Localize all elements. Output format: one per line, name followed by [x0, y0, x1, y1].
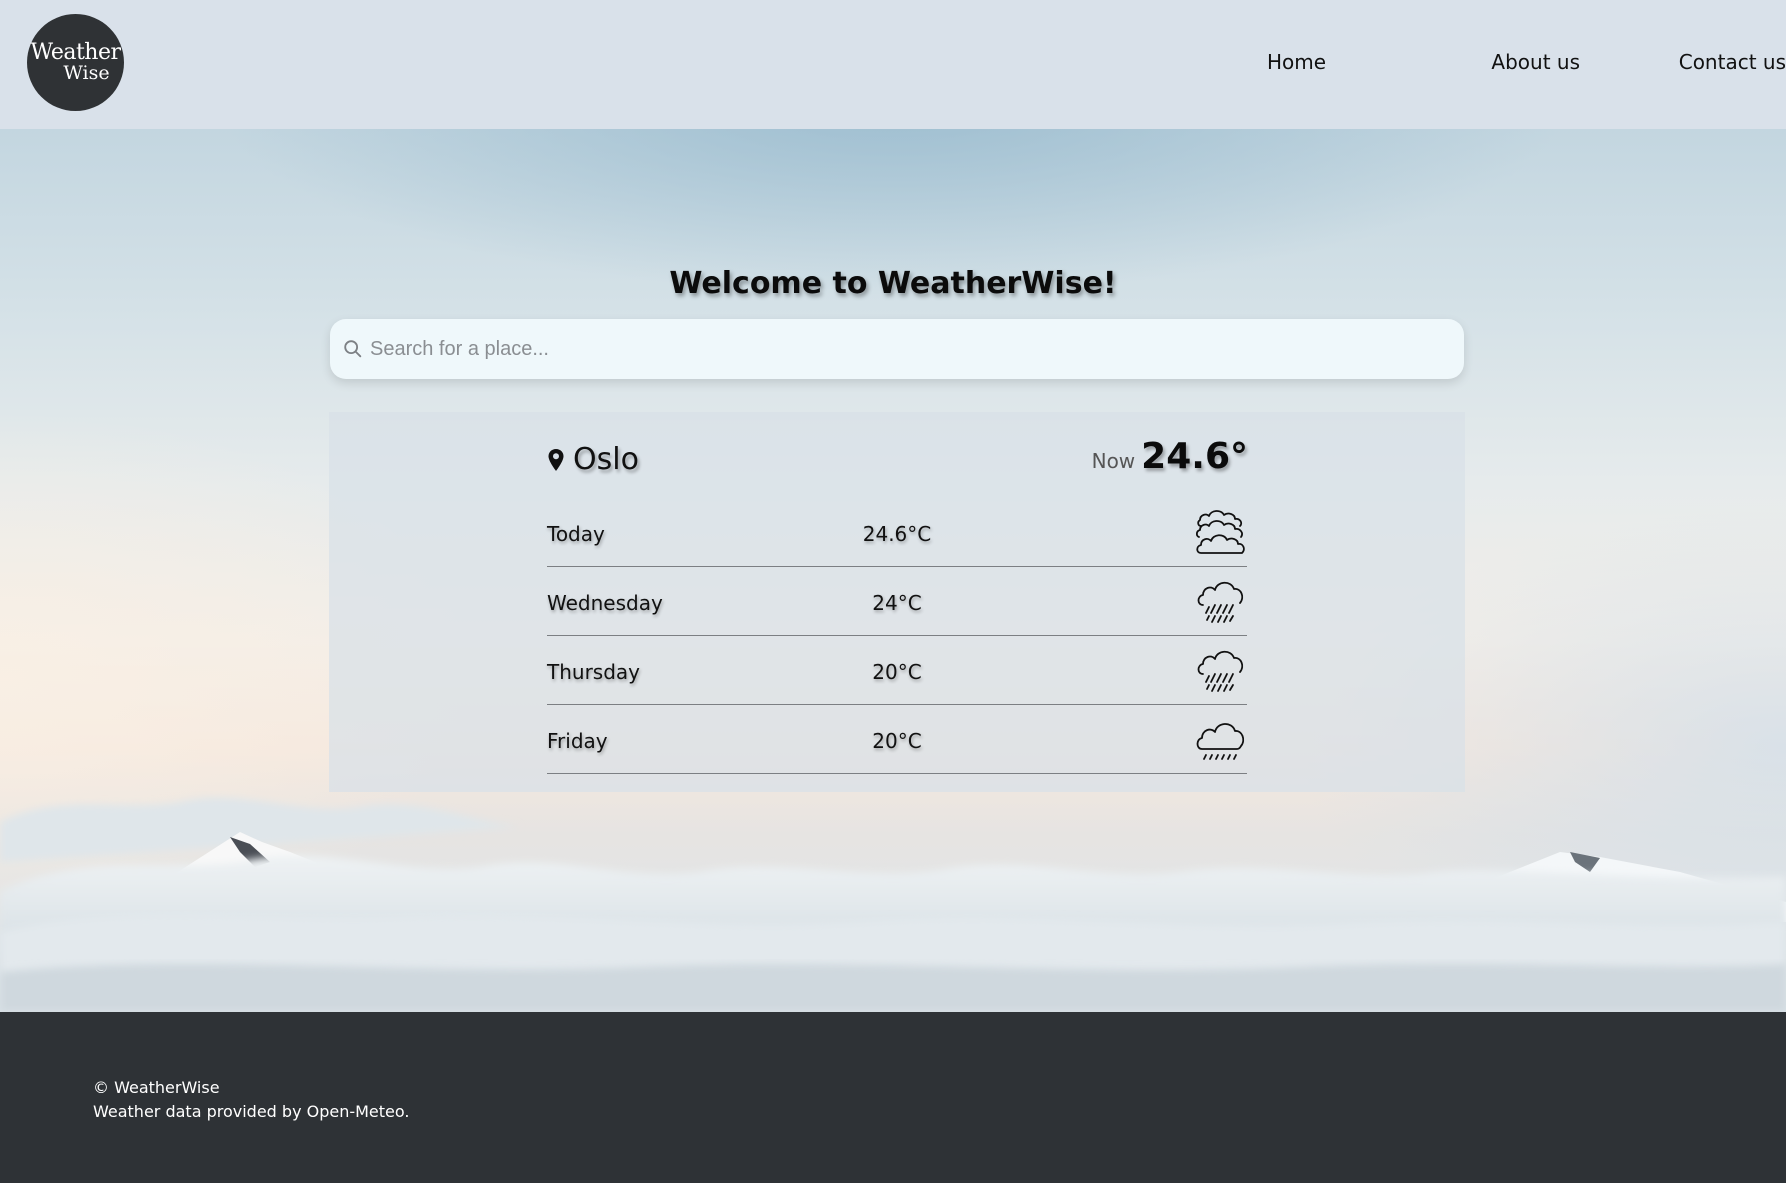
overcast-clouds-icon [1195, 510, 1245, 554]
forecast-day: Friday [547, 729, 608, 753]
forecast-day: Today [547, 522, 605, 546]
forecast-temp: 24.6°C [862, 522, 932, 546]
search-input[interactable] [370, 319, 1450, 379]
forecast-day: Wednesday [547, 591, 663, 615]
logo-text-line-2: Wise [63, 62, 110, 84]
forecast-card: Oslo Now 24.6° Today 24.6°C Wednesday 24… [329, 412, 1465, 792]
location-header: Oslo [547, 442, 639, 477]
cloud-landscape-image [0, 797, 1786, 1012]
now-temp-value: 24.6° [1141, 436, 1248, 477]
forecast-row: Thursday 20°C [547, 636, 1247, 705]
city-name: Oslo [573, 442, 639, 477]
page-title: Welcome to WeatherWise! [669, 266, 1117, 301]
footer-credit: Weather data provided by Open-Meteo. [93, 1102, 410, 1121]
nav-link-contact-us[interactable]: Contact us [1679, 50, 1786, 74]
site-footer: © WeatherWise Weather data provided by O… [0, 1012, 1786, 1183]
search-icon [344, 340, 362, 358]
forecast-temp: 20°C [872, 660, 922, 684]
nav-link-home[interactable]: Home [1267, 50, 1326, 74]
heavy-rain-icon [1197, 581, 1244, 623]
nav-link-about-us[interactable]: About us [1491, 50, 1580, 74]
drizzle-icon [1196, 723, 1245, 760]
forecast-row: Today 24.6°C [547, 498, 1247, 567]
search-bar [330, 319, 1464, 379]
forecast-row: Wednesday 24°C [547, 567, 1247, 636]
footer-copyright: © WeatherWise [93, 1078, 220, 1097]
now-label: Now [1091, 449, 1136, 473]
heavy-rain-icon [1197, 650, 1244, 692]
forecast-row: Friday 20°C [547, 705, 1247, 774]
current-temperature: Now 24.6° [1092, 436, 1248, 477]
logo-text-line-1: Weather [30, 40, 122, 65]
hero-section: Welcome to WeatherWise! Oslo Now 24.6° T… [0, 129, 1786, 1012]
weatherwise-logo[interactable]: Weather Wise [27, 14, 124, 111]
location-pin-icon [548, 448, 564, 471]
forecast-temp: 24°C [872, 591, 922, 615]
forecast-day: Thursday [547, 660, 640, 684]
forecast-temp: 20°C [872, 729, 922, 753]
site-header: Weather Wise Home About us Contact us [0, 0, 1786, 129]
